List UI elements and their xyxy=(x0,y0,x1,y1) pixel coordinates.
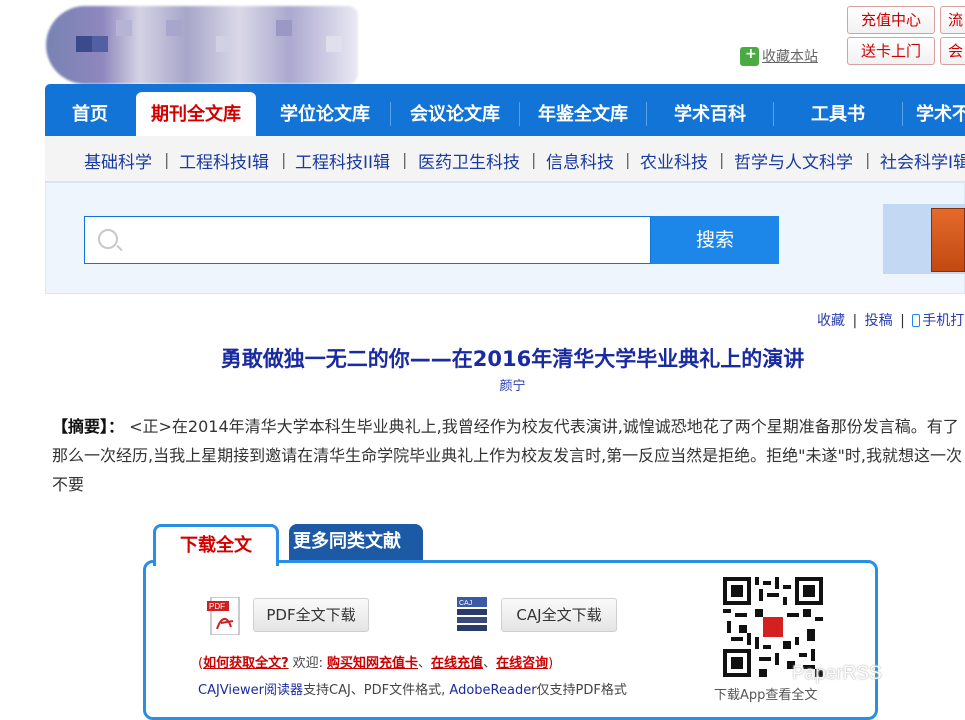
online-consult-link[interactable]: 在线咨询 xyxy=(496,656,548,671)
welcome-label: 欢迎: xyxy=(292,656,324,671)
tab-more-similar[interactable]: 更多同类文献 xyxy=(289,524,423,560)
card-delivery-button[interactable]: 送卡上门 xyxy=(847,37,935,65)
qr-caption: 下载App查看全文 xyxy=(714,688,818,703)
watermark: PaperRSS xyxy=(792,663,882,684)
buy-card-link[interactable]: 购买知网充值卡 xyxy=(327,656,418,671)
nav-journals[interactable]: 期刊全文库 xyxy=(136,92,256,138)
recharge-center-button[interactable]: 充值中心 xyxy=(847,6,935,34)
subnav-information[interactable]: 信息科技 xyxy=(546,148,614,173)
pdf-icon: PDF xyxy=(207,597,240,635)
download-help-line: (如何获取全文? 欢迎: 购买知网充值卡、在线充值、在线咨询) xyxy=(198,656,554,671)
caj-download-button[interactable]: CAJ全文下载 xyxy=(501,598,617,632)
mobile-icon xyxy=(912,314,921,327)
nav-yearbooks[interactable]: 年鉴全文库 xyxy=(520,84,646,136)
promo-banner[interactable] xyxy=(883,204,965,274)
nav-home[interactable]: 首页 xyxy=(45,84,135,136)
subnav-basic-science[interactable]: 基础科学 xyxy=(84,148,152,173)
submit-link[interactable]: 投稿 xyxy=(865,310,893,330)
site-logo[interactable] xyxy=(46,6,358,84)
nav-theses[interactable]: 学位论文库 xyxy=(260,84,390,136)
how-to-get-fulltext-link[interactable]: 如何获取全文? xyxy=(203,656,289,671)
collect-link[interactable]: 收藏 xyxy=(817,310,845,330)
online-recharge-link[interactable]: 在线充值 xyxy=(431,656,483,671)
favorite-site-link[interactable]: 收藏本站 xyxy=(740,46,818,66)
mobile-open-link[interactable]: 手机打开 xyxy=(922,310,965,330)
pdf-download-button[interactable]: PDF全文下载 xyxy=(253,598,369,632)
reader-support-line: CAJViewer阅读器支持CAJ、PDF文件格式, AdobeReader仅支… xyxy=(198,679,627,698)
article-abstract: 【摘要】： <正>在2014年清华大学本科生毕业典礼上,我曾经作为校友代表演讲,… xyxy=(52,412,965,499)
article-title: 勇敢做独一无二的你——在2016年清华大学毕业典礼上的演讲 xyxy=(220,347,805,371)
favorite-icon xyxy=(740,46,759,66)
cajviewer-link[interactable]: CAJViewer阅读器 xyxy=(198,683,303,698)
nav-academic-misconduct[interactable]: 学术不 xyxy=(903,84,965,136)
article-toolbar: 收藏 | 投稿 | 手机打开 xyxy=(817,310,965,330)
sub-nav: 基础科学 | 工程科技I辑 | 工程科技II辑 | 医药卫生科技 | 信息科技 … xyxy=(45,136,965,182)
search-input[interactable] xyxy=(84,216,651,264)
article-author[interactable]: 颜宁 xyxy=(0,375,965,394)
nav-encyclopedia[interactable]: 学术百科 xyxy=(647,84,773,136)
qr-code-image xyxy=(723,577,823,677)
subnav-engineering-1[interactable]: 工程科技I辑 xyxy=(179,148,269,173)
caj-icon: CAJ xyxy=(457,597,487,631)
subnav-medicine[interactable]: 医药卫生科技 xyxy=(418,148,520,173)
book-cover-image xyxy=(931,208,965,272)
nav-conferences[interactable]: 会议论文库 xyxy=(391,84,519,136)
abstract-text: <正>在2014年清华大学本科生毕业典礼上,我曾经作为校友代表演讲,诚惶诚恐地花… xyxy=(52,417,962,494)
caj-support-text: 支持CAJ、PDF文件格式, xyxy=(303,683,446,698)
subnav-engineering-2[interactable]: 工程科技II辑 xyxy=(295,148,390,173)
svg-text:PDF: PDF xyxy=(209,602,225,611)
tab-download-full[interactable]: 下载全文 xyxy=(153,524,279,566)
search-icon xyxy=(98,229,118,249)
main-nav: 首页 期刊全文库 学位论文库 会议论文库 年鉴全文库 学术百科 工具书 学术不 xyxy=(45,84,965,138)
nav-reference-books[interactable]: 工具书 xyxy=(774,84,902,136)
member-button[interactable]: 会 xyxy=(940,37,965,65)
svg-text:CAJ: CAJ xyxy=(459,600,472,607)
flow-button[interactable]: 流 xyxy=(940,6,965,34)
subnav-agriculture[interactable]: 农业科技 xyxy=(640,148,708,173)
subnav-humanities[interactable]: 哲学与人文科学 xyxy=(734,148,853,173)
adobe-reader-link[interactable]: AdobeReader xyxy=(449,683,536,698)
abstract-label: 【摘要】： xyxy=(52,417,125,436)
subnav-social-science-1[interactable]: 社会科学I辑 xyxy=(880,148,965,173)
adobe-support-text: 仅支持PDF格式 xyxy=(536,683,627,698)
search-button[interactable]: 搜索 xyxy=(651,216,779,264)
favorite-site-label: 收藏本站 xyxy=(762,49,818,65)
